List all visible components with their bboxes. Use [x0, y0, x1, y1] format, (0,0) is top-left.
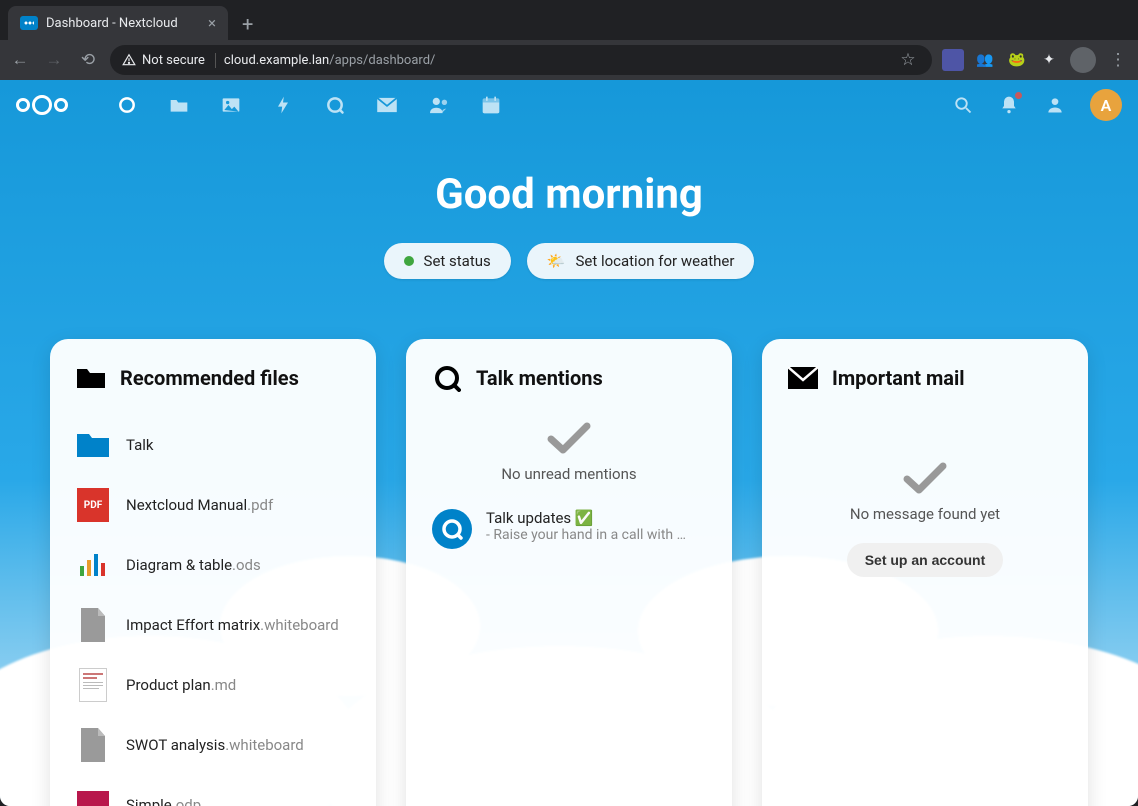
- file-type-icon: [76, 548, 110, 582]
- file-row[interactable]: Talk: [76, 415, 350, 475]
- file-name: Product plan.md: [126, 676, 236, 694]
- browser-toolbar: ← → ⟲ Not secure cloud.example.lan/apps/…: [0, 40, 1138, 80]
- setup-account-button[interactable]: Set up an account: [847, 543, 1004, 577]
- new-tab-button[interactable]: +: [234, 8, 261, 40]
- forward-icon: →: [42, 50, 66, 70]
- file-name: Impact Effort matrix.whiteboard: [126, 616, 339, 634]
- check-icon: [547, 421, 591, 455]
- nav-talk-icon[interactable]: [324, 94, 346, 116]
- extensions-puzzle-icon[interactable]: ✦: [1038, 49, 1060, 71]
- nav-dashboard-icon[interactable]: [116, 94, 138, 116]
- widget-recommended-files: Recommended files Talk PDF Nextcloud Manua…: [50, 339, 376, 806]
- contacts-menu-icon[interactable]: [1044, 94, 1066, 116]
- nextcloud-logo-icon[interactable]: [16, 95, 68, 115]
- file-row[interactable]: Simple.odp: [76, 775, 350, 806]
- file-row[interactable]: Impact Effort matrix.whiteboard: [76, 595, 350, 655]
- file-name: SWOT analysis.whiteboard: [126, 736, 304, 754]
- extension-3-icon[interactable]: 🐸: [1006, 49, 1028, 71]
- talk-item-subtitle: - Raise your hand in a call with …: [486, 527, 686, 543]
- nav-mail-icon[interactable]: [376, 94, 398, 116]
- user-avatar[interactable]: A: [1090, 89, 1122, 121]
- mail-icon: [788, 365, 818, 391]
- url-text: cloud.example.lan/apps/dashboard/: [224, 53, 435, 68]
- bookmark-star-icon[interactable]: ☆: [896, 50, 920, 70]
- file-row[interactable]: Product plan.md: [76, 655, 350, 715]
- browser-menu-icon[interactable]: ⋮: [1106, 50, 1130, 70]
- weather-icon: 🌤️: [547, 252, 566, 270]
- search-icon[interactable]: [952, 94, 974, 116]
- widget-title: Important mail: [832, 366, 965, 390]
- nav-files-icon[interactable]: [168, 94, 190, 116]
- nav-activity-icon[interactable]: [272, 94, 294, 116]
- file-type-icon: [76, 788, 110, 806]
- set-status-button[interactable]: Set status: [384, 243, 511, 279]
- warning-icon: [122, 53, 136, 67]
- online-dot-icon: [404, 256, 414, 266]
- file-type-icon: [76, 728, 110, 762]
- file-name: Nextcloud Manual.pdf: [126, 496, 273, 514]
- file-row[interactable]: Diagram & table.ods: [76, 535, 350, 595]
- talk-update-item[interactable]: Talk updates ✅ - Raise your hand in a ca…: [432, 503, 706, 555]
- greeting-title: Good morning: [0, 170, 1138, 219]
- widget-title: Recommended files: [120, 366, 299, 390]
- extension-1-icon[interactable]: [942, 49, 964, 71]
- browser-tabbar: Dashboard - Nextcloud × +: [0, 0, 1138, 40]
- talk-empty-text: No unread mentions: [432, 465, 706, 483]
- address-bar[interactable]: Not secure cloud.example.lan/apps/dashbo…: [110, 45, 932, 75]
- talk-item-icon: [432, 509, 472, 549]
- app-top-bar: A: [0, 80, 1138, 130]
- file-name: Diagram & table.ods: [126, 556, 261, 574]
- notifications-icon[interactable]: [998, 94, 1020, 116]
- talk-item-title: Talk updates ✅: [486, 509, 686, 527]
- file-name: Simple.odp: [126, 796, 201, 806]
- file-row[interactable]: PDF Nextcloud Manual.pdf: [76, 475, 350, 535]
- nextcloud-favicon-icon: [20, 16, 38, 30]
- not-secure-badge[interactable]: Not secure: [122, 53, 216, 68]
- browser-profile-icon[interactable]: [1070, 47, 1096, 73]
- talk-icon: [432, 365, 462, 391]
- nav-calendar-icon[interactable]: [480, 94, 502, 116]
- folder-icon: [76, 365, 106, 391]
- file-row[interactable]: SWOT analysis.whiteboard: [76, 715, 350, 775]
- reload-icon[interactable]: ⟲: [76, 50, 100, 70]
- check-icon: [903, 461, 947, 495]
- extension-2-icon[interactable]: 👥: [974, 49, 996, 71]
- file-type-icon: [76, 668, 110, 702]
- file-type-icon: PDF: [76, 488, 110, 522]
- app-nav: [116, 94, 502, 116]
- mail-empty-text: No message found yet: [788, 505, 1062, 523]
- back-icon[interactable]: ←: [8, 50, 32, 70]
- widget-important-mail: Important mail No message found yet Set …: [762, 339, 1088, 806]
- browser-tab-active[interactable]: Dashboard - Nextcloud ×: [8, 6, 228, 40]
- tab-title: Dashboard - Nextcloud: [46, 16, 178, 31]
- file-type-icon: [76, 608, 110, 642]
- set-weather-location-button[interactable]: 🌤️ Set location for weather: [527, 243, 755, 279]
- nav-contacts-icon[interactable]: [428, 94, 450, 116]
- file-name: Talk: [126, 436, 154, 454]
- nav-photos-icon[interactable]: [220, 94, 242, 116]
- widget-talk-mentions: Talk mentions No unread mentions Talk up…: [406, 339, 732, 806]
- widget-title: Talk mentions: [476, 366, 603, 390]
- close-tab-icon[interactable]: ×: [208, 14, 216, 32]
- file-type-icon: [76, 428, 110, 462]
